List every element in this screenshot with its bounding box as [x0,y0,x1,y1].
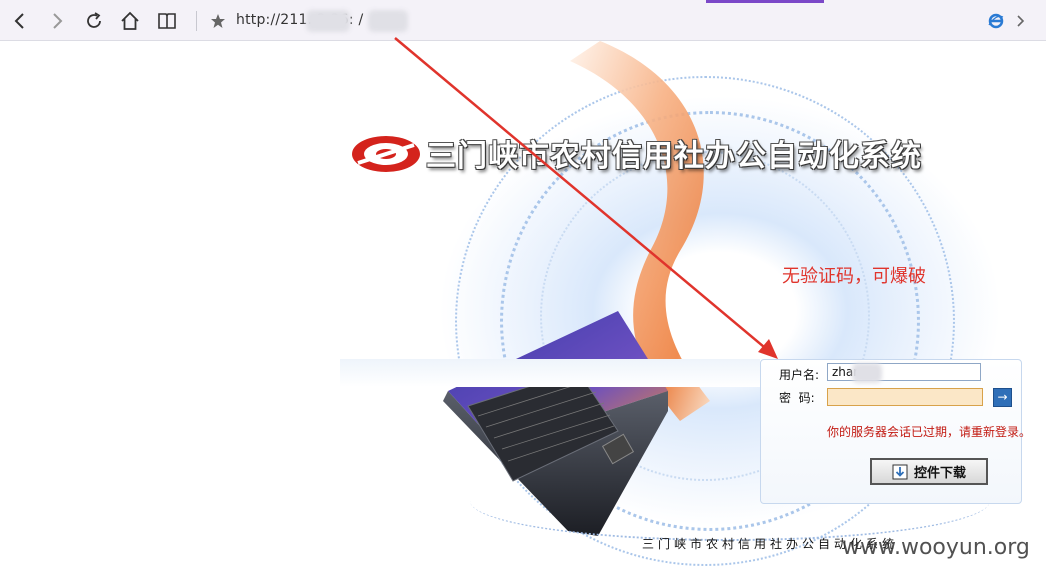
annotation-arrow [394,37,778,359]
